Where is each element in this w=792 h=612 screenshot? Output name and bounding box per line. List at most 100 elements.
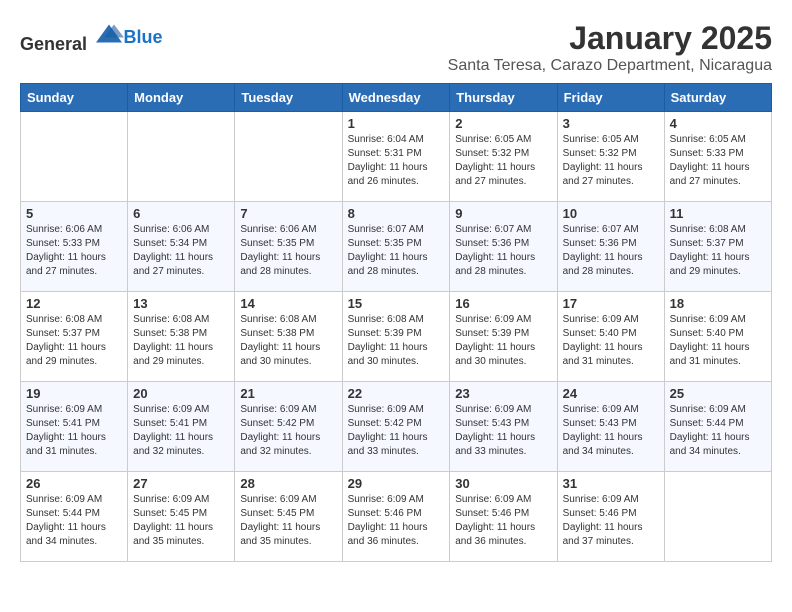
day-number: 13: [133, 296, 229, 311]
day-info: Sunrise: 6:08 AM Sunset: 5:38 PM Dayligh…: [133, 313, 229, 369]
day-info: Sunrise: 6:09 AM Sunset: 5:42 PM Dayligh…: [348, 403, 445, 459]
calendar-cell: [21, 112, 128, 202]
logo-general: General: [20, 34, 87, 54]
calendar-cell: 5 Sunrise: 6:06 AM Sunset: 5:33 PM Daylig…: [21, 202, 128, 292]
day-info: Sunrise: 6:05 AM Sunset: 5:33 PM Dayligh…: [670, 133, 766, 189]
logo: General Blue: [20, 20, 163, 55]
logo-blue: Blue: [124, 27, 163, 48]
day-info: Sunrise: 6:07 AM Sunset: 5:36 PM Dayligh…: [455, 223, 551, 279]
day-number: 11: [670, 206, 766, 221]
day-number: 1: [348, 116, 445, 131]
day-info: Sunrise: 6:09 AM Sunset: 5:41 PM Dayligh…: [26, 403, 122, 459]
calendar-cell: 14Sunrise: 6:08 AM Sunset: 5:38 PM Dayli…: [235, 292, 342, 382]
calendar-table: SundayMondayTuesdayWednesdayThursdayFrid…: [20, 83, 772, 562]
day-number: 6: [133, 206, 229, 221]
day-info: Sunrise: 6:09 AM Sunset: 5:43 PM Dayligh…: [455, 403, 551, 459]
calendar-cell: 7 Sunrise: 6:06 AM Sunset: 5:35 PM Daylig…: [235, 202, 342, 292]
calendar-cell: 8 Sunrise: 6:07 AM Sunset: 5:35 PM Daylig…: [342, 202, 450, 292]
weekday-header-monday: Monday: [128, 84, 235, 112]
week-row-0: 1 Sunrise: 6:04 AM Sunset: 5:31 PM Daylig…: [21, 112, 772, 202]
day-number: 22: [348, 386, 445, 401]
calendar-cell: 1 Sunrise: 6:04 AM Sunset: 5:31 PM Daylig…: [342, 112, 450, 202]
calendar-cell: 28Sunrise: 6:09 AM Sunset: 5:45 PM Dayli…: [235, 472, 342, 562]
day-info: Sunrise: 6:09 AM Sunset: 5:41 PM Dayligh…: [133, 403, 229, 459]
day-number: 12: [26, 296, 122, 311]
day-info: Sunrise: 6:09 AM Sunset: 5:45 PM Dayligh…: [133, 493, 229, 549]
calendar-cell: 26 Sunrise: 6:09 AM Sunset: 5:44 PM Dayli…: [21, 472, 128, 562]
day-info: Sunrise: 6:07 AM Sunset: 5:36 PM Dayligh…: [563, 223, 659, 279]
day-info: Sunrise: 6:07 AM Sunset: 5:35 PM Dayligh…: [348, 223, 445, 279]
calendar-cell: 21Sunrise: 6:09 AM Sunset: 5:42 PM Dayli…: [235, 382, 342, 472]
day-info: Sunrise: 6:09 AM Sunset: 5:44 PM Dayligh…: [670, 403, 766, 459]
calendar-cell: [128, 112, 235, 202]
day-number: 7: [240, 206, 336, 221]
day-info: Sunrise: 6:09 AM Sunset: 5:44 PM Dayligh…: [26, 493, 122, 549]
day-info: Sunrise: 6:06 AM Sunset: 5:34 PM Dayligh…: [133, 223, 229, 279]
day-number: 26: [26, 476, 122, 491]
day-number: 9: [455, 206, 551, 221]
day-info: Sunrise: 6:06 AM Sunset: 5:33 PM Dayligh…: [26, 223, 122, 279]
day-number: 15: [348, 296, 445, 311]
day-number: 14: [240, 296, 336, 311]
calendar-cell: 11 Sunrise: 6:08 AM Sunset: 5:37 PM Dayli…: [664, 202, 771, 292]
day-info: Sunrise: 6:08 AM Sunset: 5:37 PM Dayligh…: [26, 313, 122, 369]
day-number: 18: [670, 296, 766, 311]
weekday-header-saturday: Saturday: [664, 84, 771, 112]
calendar-cell: [664, 472, 771, 562]
calendar-cell: 3 Sunrise: 6:05 AM Sunset: 5:32 PM Daylig…: [557, 112, 664, 202]
page-header: General Blue January 2025 Santa Teresa, …: [20, 20, 772, 75]
day-number: 24: [563, 386, 659, 401]
day-number: 5: [26, 206, 122, 221]
day-info: Sunrise: 6:09 AM Sunset: 5:40 PM Dayligh…: [670, 313, 766, 369]
day-info: Sunrise: 6:09 AM Sunset: 5:46 PM Dayligh…: [563, 493, 659, 549]
day-number: 31: [563, 476, 659, 491]
calendar-cell: 2Sunrise: 6:05 AM Sunset: 5:32 PM Daylig…: [450, 112, 557, 202]
day-info: Sunrise: 6:09 AM Sunset: 5:43 PM Dayligh…: [563, 403, 659, 459]
calendar-cell: 31 Sunrise: 6:09 AM Sunset: 5:46 PM Dayli…: [557, 472, 664, 562]
day-number: 4: [670, 116, 766, 131]
weekday-header-tuesday: Tuesday: [235, 84, 342, 112]
calendar-cell: 30 Sunrise: 6:09 AM Sunset: 5:46 PM Dayli…: [450, 472, 557, 562]
weekday-header-wednesday: Wednesday: [342, 84, 450, 112]
day-number: 17: [563, 296, 659, 311]
day-info: Sunrise: 6:09 AM Sunset: 5:42 PM Dayligh…: [240, 403, 336, 459]
day-info: Sunrise: 6:09 AM Sunset: 5:39 PM Dayligh…: [455, 313, 551, 369]
day-number: 27: [133, 476, 229, 491]
day-info: Sunrise: 6:09 AM Sunset: 5:46 PM Dayligh…: [348, 493, 445, 549]
calendar-cell: 24 Sunrise: 6:09 AM Sunset: 5:43 PM Dayli…: [557, 382, 664, 472]
calendar-cell: 16 Sunrise: 6:09 AM Sunset: 5:39 PM Dayli…: [450, 292, 557, 382]
calendar-cell: 13 Sunrise: 6:08 AM Sunset: 5:38 PM Dayli…: [128, 292, 235, 382]
day-number: 30: [455, 476, 551, 491]
location-title: Santa Teresa, Carazo Department, Nicarag…: [448, 57, 772, 75]
calendar-cell: 27 Sunrise: 6:09 AM Sunset: 5:45 PM Dayli…: [128, 472, 235, 562]
calendar-cell: 19 Sunrise: 6:09 AM Sunset: 5:41 PM Dayli…: [21, 382, 128, 472]
day-info: Sunrise: 6:06 AM Sunset: 5:35 PM Dayligh…: [240, 223, 336, 279]
day-info: Sunrise: 6:04 AM Sunset: 5:31 PM Dayligh…: [348, 133, 445, 189]
day-number: 16: [455, 296, 551, 311]
week-row-1: 5 Sunrise: 6:06 AM Sunset: 5:33 PM Daylig…: [21, 202, 772, 292]
week-row-4: 26 Sunrise: 6:09 AM Sunset: 5:44 PM Dayli…: [21, 472, 772, 562]
title-section: January 2025 Santa Teresa, Carazo Depart…: [448, 20, 772, 75]
day-info: Sunrise: 6:05 AM Sunset: 5:32 PM Dayligh…: [455, 133, 551, 189]
weekday-header-sunday: Sunday: [21, 84, 128, 112]
day-number: 3: [563, 116, 659, 131]
calendar-cell: 12 Sunrise: 6:08 AM Sunset: 5:37 PM Dayli…: [21, 292, 128, 382]
day-info: Sunrise: 6:08 AM Sunset: 5:39 PM Dayligh…: [348, 313, 445, 369]
day-info: Sunrise: 6:09 AM Sunset: 5:46 PM Dayligh…: [455, 493, 551, 549]
calendar-cell: 15 Sunrise: 6:08 AM Sunset: 5:39 PM Dayli…: [342, 292, 450, 382]
day-number: 23: [455, 386, 551, 401]
week-row-3: 19 Sunrise: 6:09 AM Sunset: 5:41 PM Dayli…: [21, 382, 772, 472]
day-info: Sunrise: 6:09 AM Sunset: 5:40 PM Dayligh…: [563, 313, 659, 369]
day-number: 19: [26, 386, 122, 401]
weekday-header-thursday: Thursday: [450, 84, 557, 112]
day-number: 29: [348, 476, 445, 491]
day-number: 25: [670, 386, 766, 401]
week-row-2: 12 Sunrise: 6:08 AM Sunset: 5:37 PM Dayli…: [21, 292, 772, 382]
calendar-cell: 29 Sunrise: 6:09 AM Sunset: 5:46 PM Dayli…: [342, 472, 450, 562]
day-number: 8: [348, 206, 445, 221]
calendar-cell: [235, 112, 342, 202]
day-number: 20: [133, 386, 229, 401]
day-info: Sunrise: 6:05 AM Sunset: 5:32 PM Dayligh…: [563, 133, 659, 189]
calendar-cell: 22 Sunrise: 6:09 AM Sunset: 5:42 PM Dayli…: [342, 382, 450, 472]
day-info: Sunrise: 6:08 AM Sunset: 5:37 PM Dayligh…: [670, 223, 766, 279]
